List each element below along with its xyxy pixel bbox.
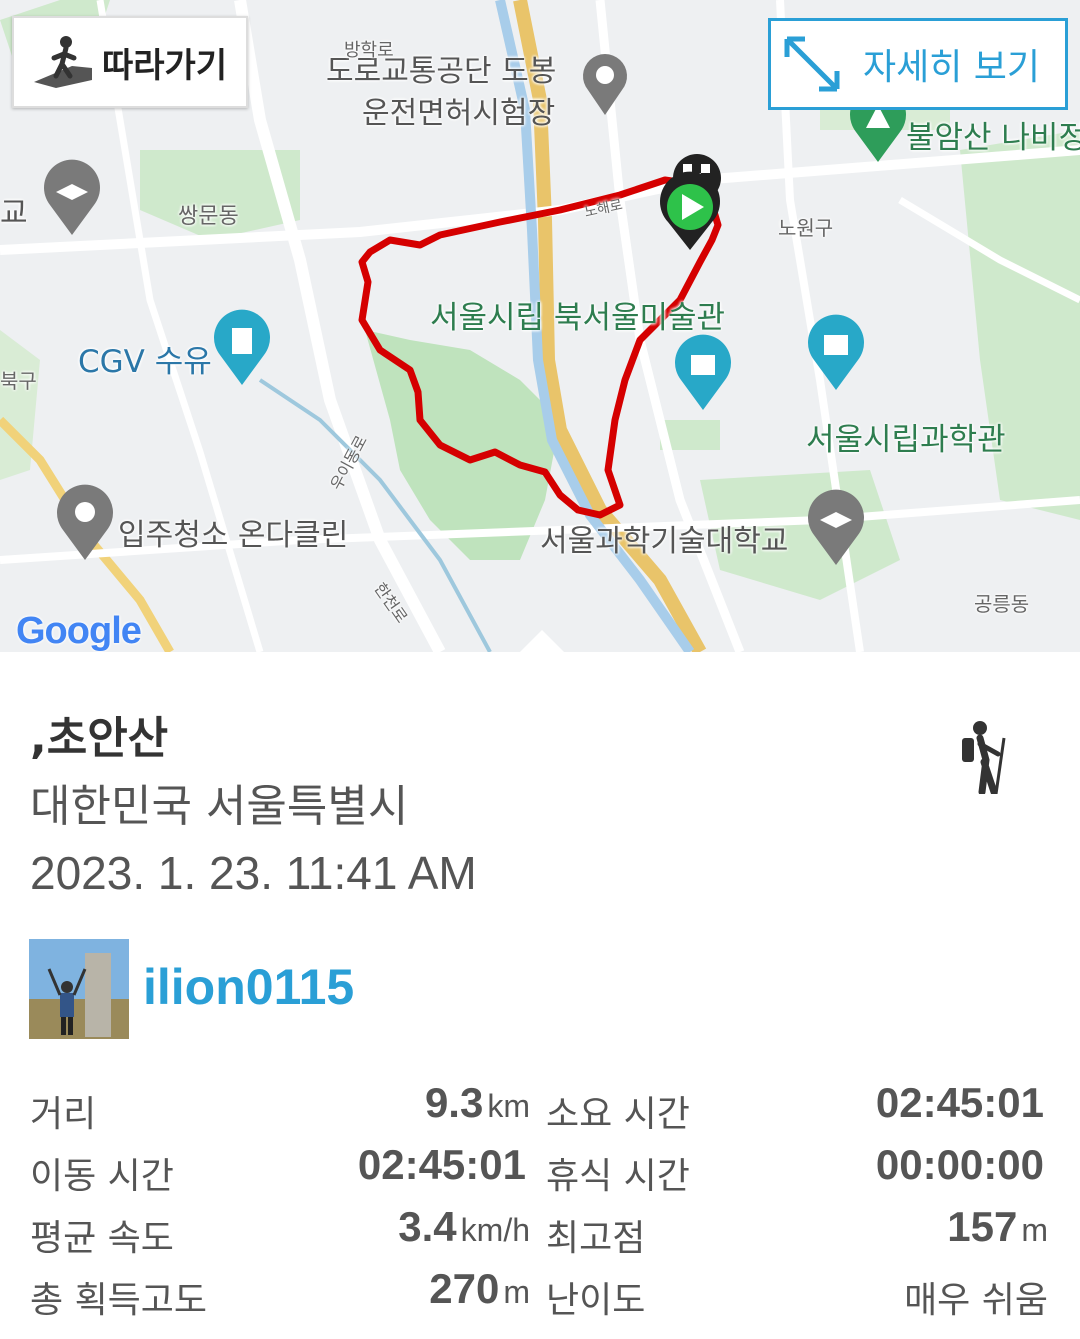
- route-datetime: 2023. 1. 23. 11:41 AM: [30, 847, 477, 899]
- route-info-panel: ,초안산 대한민국 서울특별시 2023. 1. 23. 11:41 AM il…: [0, 652, 1080, 1339]
- stat-value-2: 157 m: [947, 1203, 1048, 1250]
- map-label-license-center: 운전면허시험장: [362, 96, 556, 131]
- follow-button[interactable]: 따라가기: [12, 16, 248, 108]
- route-map[interactable]: 도로교통공단 도봉 운전면허시험장 방학로 불암산 나비정 쌍문동 CGV 수유…: [0, 0, 1080, 652]
- map-label-school: 교: [0, 196, 28, 231]
- map-label-gongneung: 공릉동: [974, 592, 1030, 616]
- detail-view-button[interactable]: 자세히 보기: [768, 18, 1068, 110]
- stat-label-2: 소요 시간: [546, 1094, 690, 1135]
- stat-label-2: 최고점: [546, 1218, 646, 1259]
- map-label-cleaning: 입주청소 온다클린: [118, 518, 349, 553]
- stat-label: 평균 속도: [30, 1218, 174, 1259]
- google-logo: Google: [16, 610, 142, 652]
- route-title: ,초안산: [30, 713, 169, 764]
- stat-value: 270 m: [429, 1265, 530, 1312]
- expand-icon: [784, 36, 840, 92]
- stat-value: 9.3 km: [424, 1079, 530, 1126]
- stat-value-2: 00:00:00: [875, 1141, 1044, 1188]
- map-label-museum: 서울시립 북서울미술관: [430, 300, 726, 336]
- stat-label-2: 난이도: [546, 1280, 646, 1321]
- map-label-bukgu: 북구: [0, 369, 37, 393]
- stat-label-2: 휴식 시간: [546, 1156, 690, 1197]
- username-link[interactable]: ilion0115: [143, 958, 354, 1016]
- google-logo-text: Google: [16, 610, 142, 652]
- map-label-cgv: CGV 수유: [78, 344, 212, 380]
- detail-view-button-label: 자세히 보기: [863, 47, 1041, 88]
- map-label-university: 서울과학기술대학교: [540, 524, 789, 559]
- map-caret: [520, 630, 564, 652]
- stats-table: 거리 9.3 km 소요 시간 02:45:01 이동 시간 02:45:01 휴…: [0, 1077, 1080, 1325]
- stat-value: 02:45:01: [357, 1141, 526, 1188]
- stat-label: 거리: [30, 1094, 97, 1135]
- hiking-icon: [962, 721, 1006, 794]
- map-label-bangak-road: 방학로: [344, 40, 394, 61]
- avatar[interactable]: [29, 939, 129, 1039]
- stat-row: 거리 9.3 km 소요 시간 02:45:01: [0, 1077, 1080, 1139]
- route-region: 대한민국 서울특별시: [30, 781, 409, 832]
- follow-button-label: 따라가기: [102, 45, 228, 86]
- map-label-nowon: 노원구: [778, 216, 834, 240]
- stat-label: 이동 시간: [30, 1156, 174, 1197]
- stat-value-2: 02:45:01: [875, 1079, 1044, 1126]
- stat-label: 총 획득고도: [30, 1280, 208, 1321]
- stat-value: 3.4 km/h: [398, 1203, 530, 1250]
- map-label-science-museum: 서울시립과학관: [806, 422, 1006, 458]
- stat-value-2: 매우 쉬움: [904, 1280, 1048, 1321]
- follow-walker-icon: [34, 36, 92, 88]
- map-label-ssangmun: 쌍문동: [178, 204, 239, 229]
- stat-row: 총 획득고도 270 m 난이도 매우 쉬움: [0, 1263, 1080, 1325]
- stat-row: 평균 속도 3.4 km/h 최고점 157 m: [0, 1201, 1080, 1263]
- map-label-bulamsan: 불암산 나비정: [906, 120, 1080, 156]
- stat-row: 이동 시간 02:45:01 휴식 시간 00:00:00: [0, 1139, 1080, 1201]
